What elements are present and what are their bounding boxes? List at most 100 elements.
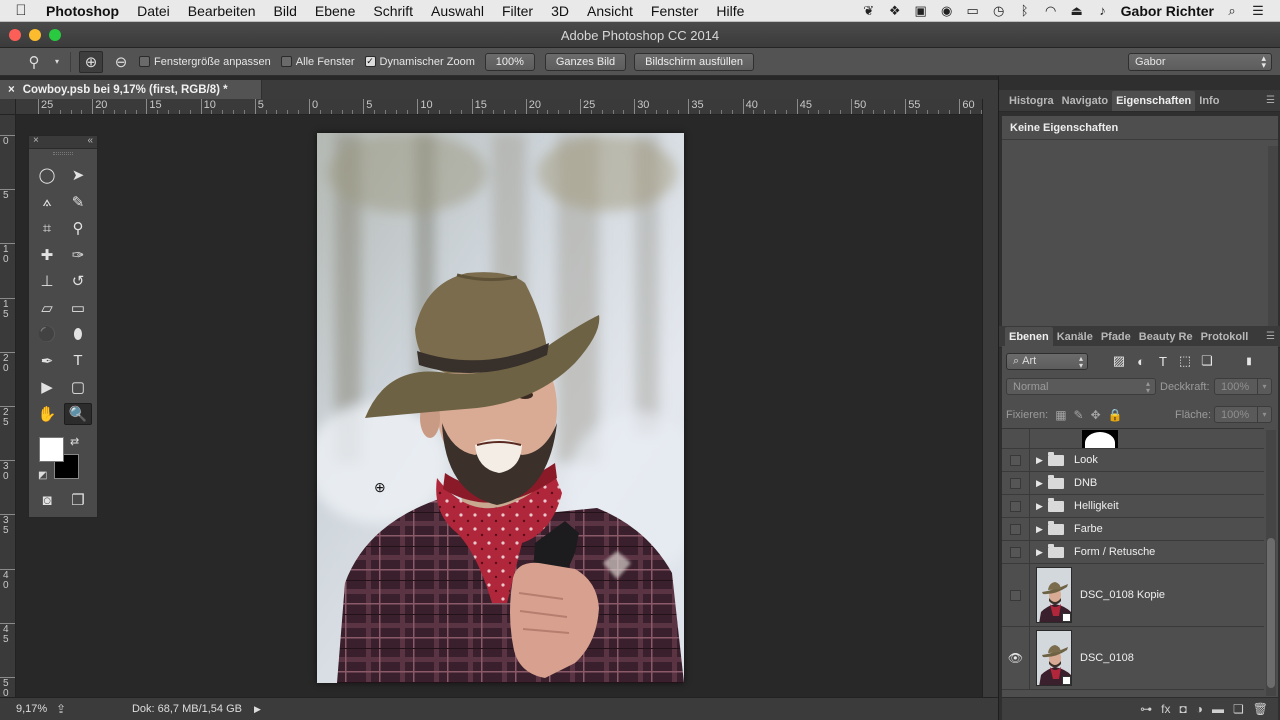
layer-name[interactable]: Farbe [1074,523,1103,535]
tab-histogram[interactable]: Histogra [1005,91,1058,111]
close-panel-icon[interactable]: × [33,135,39,146]
evernote-icon[interactable]: ❦ [861,3,877,19]
foreground-color-swatch[interactable] [39,437,64,462]
path-selection-tool-icon[interactable]: ▶ [33,376,61,398]
menu-hilfe[interactable]: Hilfe [707,3,753,19]
tab-paths[interactable]: Pfade [1097,327,1135,347]
wifi-icon[interactable]: ◠ [1043,3,1059,19]
filter-toggle-icon[interactable]: ▮ [1238,356,1260,367]
menu-ansicht[interactable]: Ansicht [578,3,642,19]
spotlight-icon[interactable]: ⌕ [1224,3,1240,19]
tab-history[interactable]: Protokoll [1197,327,1253,347]
visibility-toggle[interactable] [1002,449,1030,471]
close-tab-icon[interactable]: × [8,84,15,96]
panel-menu-icon[interactable]: ☰ [1266,331,1275,342]
scrollbar-thumb[interactable] [1267,538,1275,688]
rectangle-tool-icon[interactable]: ▢ [64,376,92,398]
bluetooth-icon[interactable]: ᛒ [1017,3,1033,18]
checkmark-icon[interactable]: ✓ [364,56,376,67]
elliptical-marquee-tool-icon[interactable]: ◯ [33,164,61,186]
tab-navigator[interactable]: Navigato [1058,91,1112,111]
quick-mask-icon[interactable]: ◙ [33,489,61,511]
tab-info[interactable]: Info [1195,91,1223,111]
delete-layer-icon[interactable]: 🗑 [1253,702,1268,716]
clone-stamp-tool-icon[interactable]: ⊥ [33,270,61,292]
layer-thumbnail[interactable] [1036,567,1072,623]
add-mask-icon[interactable]: ◘ [1180,702,1187,716]
mask-thumbnail[interactable] [1082,429,1118,448]
move-tool-icon[interactable]: ➤ [64,164,92,186]
type-filter-icon[interactable]: T [1152,354,1174,369]
layer-name[interactable]: Look [1074,454,1098,466]
scrubby-zoom-checkbox[interactable]: ✓ Dynamischer Zoom [364,56,475,68]
zoom-tool-preset-icon[interactable]: ⚲ [22,51,46,73]
opacity-field[interactable]: 100% ▾ [1214,378,1272,395]
menu-bearbeiten[interactable]: Bearbeiten [179,3,265,19]
eject-icon[interactable]: ⏏ [1069,3,1085,19]
blend-mode-select[interactable]: Normal ▴ ▾ [1006,378,1156,395]
expand-group-icon[interactable]: ▶ [1036,455,1048,466]
menu-fenster[interactable]: Fenster [642,3,707,19]
document-image[interactable] [317,133,684,683]
visibility-toggle[interactable] [1002,564,1030,626]
collapse-panel-icon[interactable]: « [87,135,93,146]
history-brush-tool-icon[interactable]: ↺ [64,270,92,292]
vertical-scrollbar[interactable] [982,99,998,697]
menu-app-name[interactable]: Photoshop [42,3,128,19]
shape-filter-icon[interactable]: ⬚ [1174,353,1196,369]
volume-icon[interactable]: ♪ [1095,3,1111,18]
type-tool-icon[interactable]: T [64,350,92,372]
vertical-ruler[interactable]: 0 5 10 15 20 25 30 35 40 45 50 [0,115,16,697]
fill-screen-button[interactable]: Bildschirm ausfüllen [634,52,754,71]
layer-style-icon[interactable]: fx [1161,702,1170,716]
zoom-tool-icon[interactable]: 🔍 [64,402,92,425]
layer-name[interactable]: DSC_0108 [1080,652,1134,664]
layers-scrollbar[interactable] [1266,430,1276,696]
fit-screen-button[interactable]: Ganzes Bild [544,52,627,71]
visibility-box[interactable] [1010,500,1021,512]
eraser-tool-icon[interactable]: ▱ [33,297,61,319]
layer-mask-row[interactable] [1002,429,1264,449]
lock-transparency-icon[interactable]: ▦ [1055,408,1066,422]
visibility-box[interactable] [1010,477,1021,489]
tab-properties[interactable]: Eigenschaften [1112,91,1196,111]
expand-group-icon[interactable]: ▶ [1036,524,1048,535]
panel-grip[interactable] [29,149,97,157]
default-colors-icon[interactable]: ◩ [38,470,47,481]
smart-object-filter-icon[interactable]: ❏ [1196,353,1218,369]
menu-ebene[interactable]: Ebene [306,3,364,19]
notification-center-icon[interactable]: ☰ [1250,3,1266,19]
visibility-box[interactable] [1010,589,1021,601]
gradient-tool-icon[interactable]: ▭ [64,297,92,319]
user-name[interactable]: Gabor Richter [1121,3,1214,19]
fill-field[interactable]: 100% ▾ [1214,406,1272,423]
menu-datei[interactable]: Datei [128,3,179,19]
all-windows-checkbox[interactable]: Alle Fenster [280,56,355,68]
expand-group-icon[interactable]: ▶ [1036,501,1048,512]
burn-tool-icon[interactable]: ⬮ [64,323,92,345]
hand-tool-icon[interactable]: ✋ [33,403,61,425]
brush-tool-icon[interactable]: ✑ [64,244,92,266]
lock-all-icon[interactable]: 🔒 [1108,408,1123,422]
menu-bild[interactable]: Bild [265,3,306,19]
layer-name[interactable]: DSC_0108 Kopie [1080,589,1165,601]
visibility-toggle[interactable] [1002,518,1030,540]
horizontal-ruler[interactable]: 25 20 15 10 5 0 5 10 15 20 25 30 35 40 45 50 55 60 [16,99,982,115]
pixel-filter-icon[interactable]: ▨ [1108,353,1130,369]
chevron-down-icon[interactable]: ▾ [1257,379,1271,394]
new-group-icon[interactable]: ▬ [1212,702,1224,716]
visibility-toggle[interactable] [1002,495,1030,517]
lock-position-icon[interactable]: ✥ [1091,408,1101,422]
layer-group-row[interactable]: ▶ Form / Retusche [1002,541,1264,564]
time-machine-icon[interactable]: ◷ [991,3,1007,19]
eye-icon[interactable]: 👁 [1008,651,1023,665]
layer-group-row[interactable]: ▶ Helligkeit [1002,495,1264,518]
menu-filter[interactable]: Filter [493,3,542,19]
chrome-icon[interactable]: ◉ [939,3,955,19]
zoom-100-button[interactable]: 100% [484,52,535,71]
tab-channels[interactable]: Kanäle [1053,327,1097,347]
layer-row[interactable]: DSC_0108 Kopie [1002,564,1264,627]
expand-group-icon[interactable]: ▶ [1036,478,1048,489]
lock-pixels-icon[interactable]: ✎ [1074,408,1084,422]
tools-panel-header[interactable]: × « [29,135,97,149]
